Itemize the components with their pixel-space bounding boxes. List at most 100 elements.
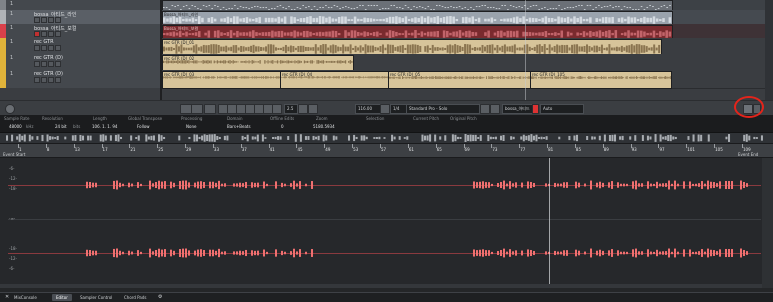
track-select[interactable]: bossa_아티드 — [502, 104, 534, 114]
read-button[interactable] — [48, 45, 54, 51]
vertical-scrollbar[interactable] — [762, 158, 773, 288]
algorithm-select[interactable]: Standard Pro - Solo — [406, 104, 480, 114]
editor-toolbar: 2.5 116.00 1/4 Standard Pro - Solo bossa… — [0, 101, 773, 116]
overview-line[interactable] — [0, 133, 773, 144]
timeline-ruler[interactable]: 1 8 13 17 21 25 29 33 37 41 45 49 53 57 61 65 69 73 77 81 85… — [0, 144, 773, 158]
event-end-marker[interactable]: Event End — [738, 152, 758, 157]
solo-button[interactable] — [41, 45, 47, 51]
zoom-value[interactable]: 5180.5934 — [313, 124, 335, 129]
ruler-tick — [519, 144, 521, 148]
tab-chord-pads[interactable]: Chord Pads — [120, 294, 150, 301]
track-header[interactable]: 1 rec GTR — [0, 38, 160, 55]
zoom-field[interactable]: 2.5 — [284, 104, 298, 114]
solo-button[interactable] — [41, 77, 47, 83]
track-color-swatch[interactable] — [532, 104, 539, 114]
track-header[interactable]: 1 bossa_아티드_라인 — [0, 10, 160, 25]
vari-audio-icon[interactable] — [480, 104, 490, 114]
ruler-tick — [380, 144, 381, 148]
audio-clip[interactable]: rec GTR (D)_05 — [388, 71, 532, 89]
solo-button[interactable] — [41, 61, 47, 67]
ruler-label: 93 — [631, 147, 637, 152]
track-number: 1 — [10, 71, 14, 77]
audio-clip[interactable]: Bossa_아티드_라인 — [162, 11, 673, 25]
waveform — [163, 76, 281, 79]
hitpoint-icon[interactable] — [308, 104, 318, 114]
audio-clip[interactable]: rec GTR (D)_105 — [530, 71, 672, 89]
ruler-tick — [658, 144, 660, 148]
ruler-tick — [157, 144, 159, 148]
waveform — [531, 76, 671, 80]
track-header[interactable]: 1 rec GTR (D) — [0, 70, 160, 89]
track-lane: rec GTR (D)_01 — [162, 38, 773, 55]
waveform-display[interactable]: -6- -12- -18- -∞- -18- -12- -6- — [0, 158, 773, 288]
ruler-tick — [686, 144, 688, 148]
record-button[interactable] — [34, 31, 40, 37]
horizontal-scrollbar[interactable] — [0, 284, 762, 288]
overview-waveform — [6, 134, 763, 142]
mute-button[interactable] — [34, 45, 40, 51]
info-header: Selection — [366, 116, 385, 121]
read-button[interactable] — [48, 61, 54, 67]
audio-clip[interactable]: rec GTR (D)_03 — [162, 71, 282, 89]
solo-button[interactable] — [41, 17, 47, 23]
write-button[interactable] — [55, 77, 61, 83]
ruler-label: 73 — [492, 147, 498, 152]
time-warp-icon[interactable] — [272, 104, 282, 114]
tab-mixconsole[interactable]: MixConsole — [10, 294, 41, 301]
mute-button[interactable] — [48, 31, 54, 37]
gear-icon[interactable]: ⚙ — [154, 294, 166, 301]
track-list-empty — [0, 88, 160, 100]
track-lane: Bossa_아티드_라인 — [162, 10, 773, 25]
event-start-marker[interactable]: Event Start — [3, 152, 26, 157]
audio-clip[interactable]: Bossa_아티드_보컬 — [162, 25, 673, 39]
auto-select[interactable]: Auto — [540, 104, 584, 114]
mute-button[interactable] — [34, 61, 40, 67]
tempo-field[interactable]: 116.00 — [355, 104, 381, 114]
settings-icon[interactable] — [5, 104, 15, 114]
audio-clip[interactable]: rec GTR (D)_01 — [162, 39, 662, 55]
vertical-scrollbar[interactable] — [765, 0, 773, 100]
audio-clip[interactable]: rec GTR (D)_04 — [280, 71, 390, 89]
mute-button[interactable] — [34, 77, 40, 83]
processing-value[interactable]: None — [186, 124, 196, 129]
track-buttons — [34, 61, 62, 69]
waveform — [163, 60, 353, 64]
track-header[interactable]: 1 rec GTR (D) — [0, 54, 160, 71]
domain-value[interactable]: Bars+Beats — [227, 124, 251, 129]
read-button[interactable] — [48, 77, 54, 83]
ruler-label: 17 — [102, 147, 108, 152]
waveform — [163, 44, 661, 54]
ruler-tick — [352, 144, 354, 148]
ruler-tick — [714, 144, 716, 148]
ruler-tick — [18, 144, 19, 148]
solo-button[interactable] — [55, 31, 61, 37]
write-button[interactable] — [55, 17, 61, 23]
audition-icon[interactable] — [204, 104, 216, 114]
length-value[interactable]: 106. 1. 1. 94 — [92, 124, 117, 129]
write-button[interactable] — [55, 61, 61, 67]
snap-icon[interactable] — [298, 104, 308, 114]
sample-rate-unit: kHz — [26, 124, 34, 129]
ruler-label: 37 — [241, 147, 247, 152]
tab-sampler-control[interactable]: Sampler Control — [76, 294, 116, 301]
musical-mode-icon[interactable] — [380, 104, 390, 114]
monitor-button[interactable] — [41, 31, 47, 37]
ruler-tick — [45, 144, 47, 148]
write-button[interactable] — [55, 45, 61, 51]
ruler-tick — [435, 144, 437, 148]
tool-icon[interactable] — [490, 104, 500, 114]
track-header[interactable]: 1 bossa_아티드_보컬 — [0, 24, 160, 39]
ruler-label: 29 — [186, 147, 192, 152]
ruler-label: 45 — [297, 147, 303, 152]
tab-editor[interactable]: Editor — [52, 294, 72, 301]
mute-button[interactable] — [34, 17, 40, 23]
audio-clip[interactable]: rec GTR (D)_02 — [162, 55, 354, 71]
offline-edits-value: 0 — [281, 124, 284, 129]
ruler-label: 33 — [213, 147, 220, 152]
read-button[interactable] — [48, 17, 54, 23]
ruler-label: 53 — [353, 147, 359, 152]
global-transpose-value[interactable]: Follow — [137, 124, 150, 129]
ruler-tick — [101, 144, 103, 148]
ruler-tick — [407, 144, 409, 148]
loop-icon[interactable] — [191, 104, 203, 114]
